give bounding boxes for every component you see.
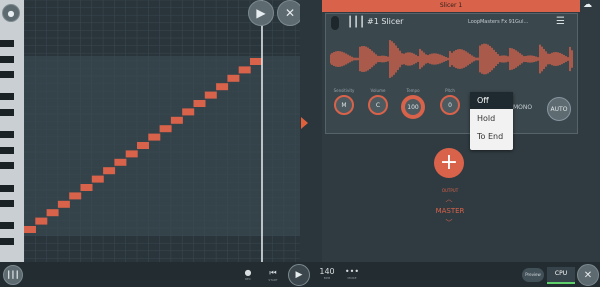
menu-item-hold[interactable]: Hold: [470, 110, 513, 127]
knob-pitch[interactable]: Pitch 0: [437, 88, 463, 115]
note-block[interactable]: [114, 158, 127, 166]
note-block[interactable]: [182, 108, 195, 116]
slicer-icon: ┃┃┃: [347, 17, 366, 28]
transport-play-button[interactable]: ▶: [288, 264, 310, 286]
note-block[interactable]: [227, 74, 240, 82]
note-grid[interactable]: [24, 0, 300, 262]
close-icon[interactable]: ✕: [577, 264, 599, 286]
sample-name[interactable]: LoopMasters Fx 91Gul...: [468, 19, 548, 25]
chevron-down-icon[interactable]: ﹀: [443, 220, 455, 227]
tempo-label: BPM: [323, 276, 331, 280]
loop-region: [24, 56, 300, 236]
plugin-title: Slicer 1: [322, 0, 580, 12]
black-key[interactable]: [0, 162, 14, 169]
black-key[interactable]: [0, 71, 14, 78]
black-key[interactable]: [0, 200, 14, 207]
note-block[interactable]: [204, 91, 217, 99]
note-block[interactable]: [137, 142, 149, 149]
note-grid-canvas[interactable]: [24, 0, 300, 262]
play-icon: ▶: [256, 6, 266, 20]
note-block[interactable]: [57, 200, 70, 208]
note-block[interactable]: [69, 192, 82, 200]
tempo-value: 140: [319, 267, 335, 276]
note-block[interactable]: [193, 100, 206, 107]
black-key[interactable]: [0, 109, 14, 116]
black-key[interactable]: [0, 238, 14, 245]
note-block[interactable]: [159, 125, 172, 133]
app-logo-icon[interactable]: ●: [2, 4, 20, 22]
note-block[interactable]: [80, 184, 93, 191]
piano-roll[interactable]: [0, 0, 300, 262]
more-button[interactable]: ••• MORE: [342, 267, 362, 280]
note-block[interactable]: [103, 167, 116, 175]
knob-volume[interactable]: Volume C: [365, 88, 391, 115]
cloud-icon[interactable]: ☁: [583, 0, 600, 14]
black-key[interactable]: [0, 147, 14, 154]
knob-dial[interactable]: C: [368, 95, 388, 115]
output-label: OUTPUT: [441, 188, 459, 193]
record-button[interactable]: ● REC: [240, 268, 256, 281]
play-button[interactable]: ▶: [248, 0, 274, 26]
playback-mode-menu[interactable]: Off Hold To End: [470, 92, 513, 150]
knob-label: Tempo: [406, 88, 420, 93]
black-key[interactable]: [0, 131, 14, 138]
start-label: START: [268, 278, 278, 282]
note-block[interactable]: [238, 66, 251, 74]
record-label: REC: [244, 277, 252, 281]
menu-item-off[interactable]: Off: [470, 92, 513, 109]
channel-name[interactable]: #1 Slicer: [367, 17, 403, 26]
knob-label: Volume: [370, 88, 386, 93]
more-icon: •••: [344, 267, 360, 276]
black-key[interactable]: [0, 222, 14, 229]
record-icon: ●: [244, 268, 252, 277]
rewind-button[interactable]: ⏮ START: [265, 268, 281, 282]
collapse-arrow-icon[interactable]: [301, 117, 308, 129]
note-block[interactable]: [125, 150, 138, 158]
note-block[interactable]: [170, 116, 183, 124]
mono-toggle[interactable]: MONO: [513, 104, 532, 111]
cpu-meter: CPU: [547, 267, 575, 284]
knob-sensitivity[interactable]: Sensitivity M: [331, 88, 357, 115]
play-icon: ▶: [295, 270, 303, 280]
plus-icon: +: [439, 150, 459, 175]
knob-label: Pitch: [445, 88, 455, 93]
more-label: MORE: [347, 276, 357, 280]
panel-divider[interactable]: [300, 0, 322, 262]
piano-keyboard[interactable]: [0, 0, 24, 262]
note-block[interactable]: [35, 217, 48, 225]
preview-button[interactable]: Preview: [522, 268, 544, 282]
menu-item-to-end[interactable]: To End: [470, 128, 513, 145]
black-key[interactable]: [0, 40, 14, 47]
mixer-icon[interactable]: ┃┃┃: [3, 265, 23, 285]
chevron-up-icon[interactable]: ︿: [443, 196, 455, 203]
black-key[interactable]: [0, 93, 14, 100]
note-block[interactable]: [216, 83, 229, 91]
note-block[interactable]: [46, 209, 59, 217]
note-block[interactable]: [24, 226, 36, 233]
waveform-display[interactable]: [330, 38, 574, 80]
add-channel-button[interactable]: +: [434, 148, 464, 178]
rewind-icon: ⏮: [269, 268, 277, 277]
note-block[interactable]: [91, 175, 104, 183]
channel-led-icon[interactable]: [331, 16, 339, 30]
knob-dial[interactable]: 100: [401, 95, 425, 119]
hamburger-icon[interactable]: ☰: [556, 16, 565, 27]
black-key[interactable]: [0, 56, 14, 63]
knob-dial[interactable]: M: [334, 95, 354, 115]
black-key[interactable]: [0, 185, 14, 192]
master-output[interactable]: MASTER: [425, 207, 475, 215]
knob-label: Sensitivity: [333, 88, 355, 93]
note-block[interactable]: [148, 133, 161, 141]
knob-dial[interactable]: 0: [440, 95, 460, 115]
auto-button[interactable]: AUTO: [547, 97, 571, 121]
knob-tempo[interactable]: Tempo 100: [400, 88, 426, 119]
close-icon: ✕: [284, 6, 296, 20]
note-block[interactable]: [250, 58, 262, 65]
tempo-display[interactable]: 140 BPM: [316, 267, 338, 280]
